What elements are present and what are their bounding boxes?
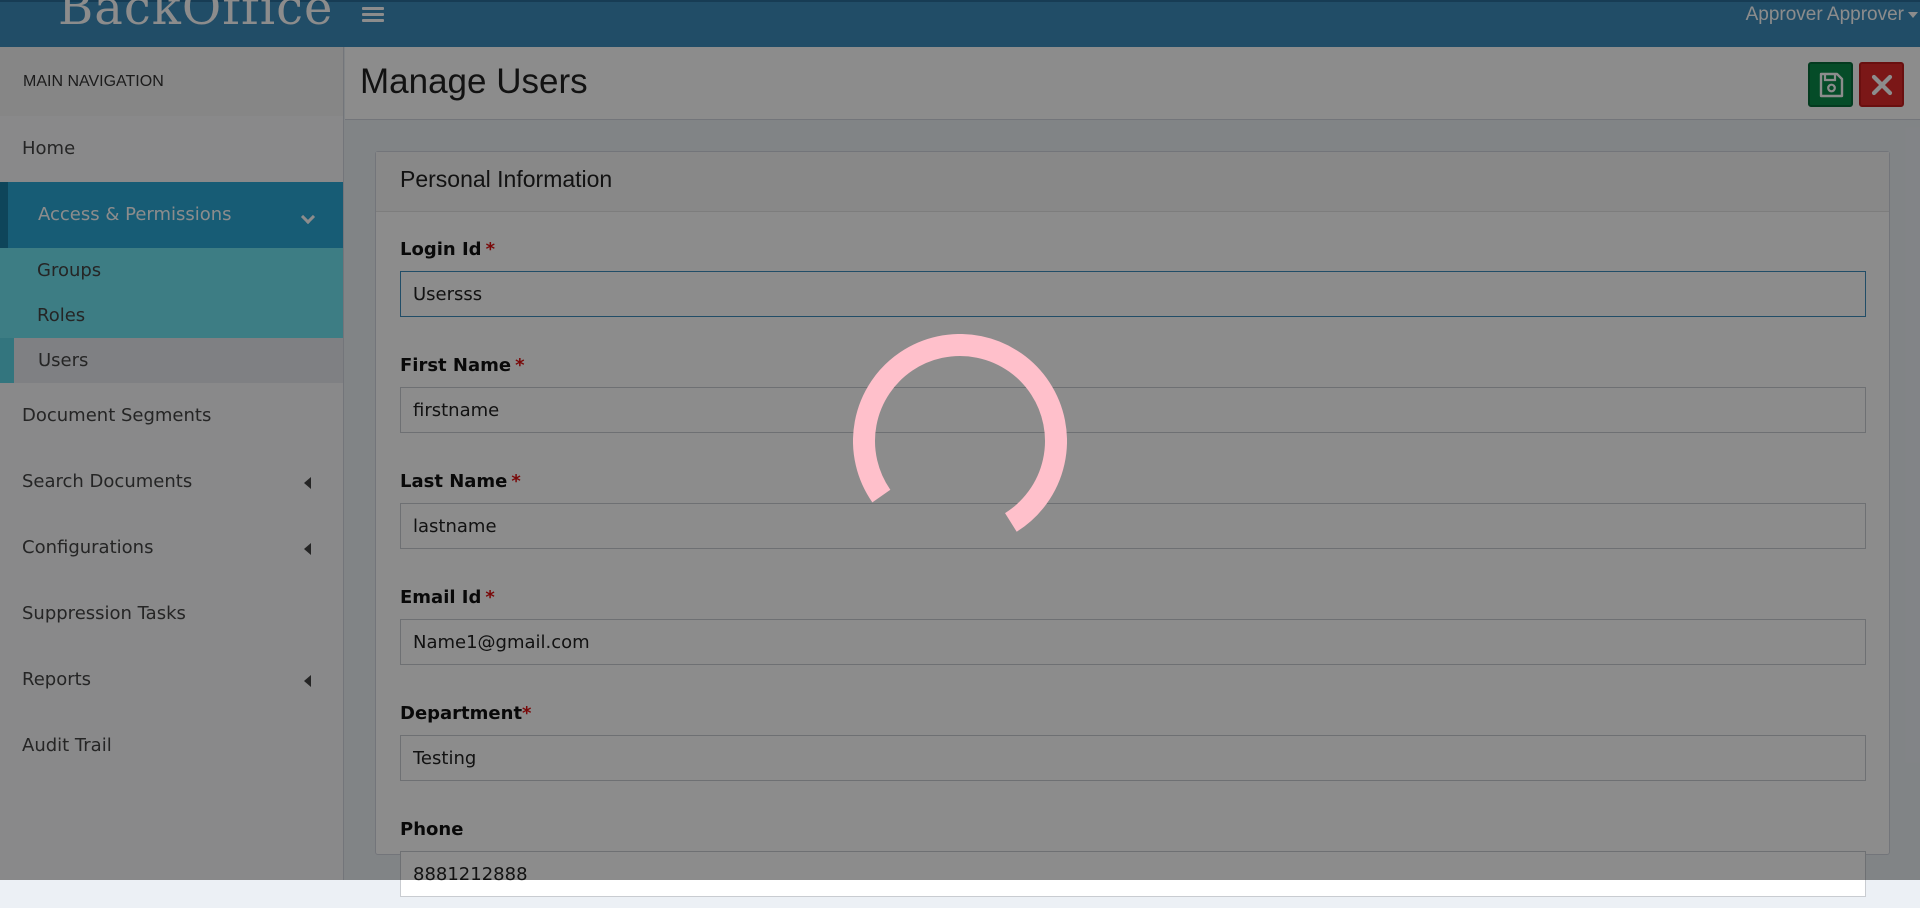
loading-spinner-icon [853, 334, 1067, 532]
